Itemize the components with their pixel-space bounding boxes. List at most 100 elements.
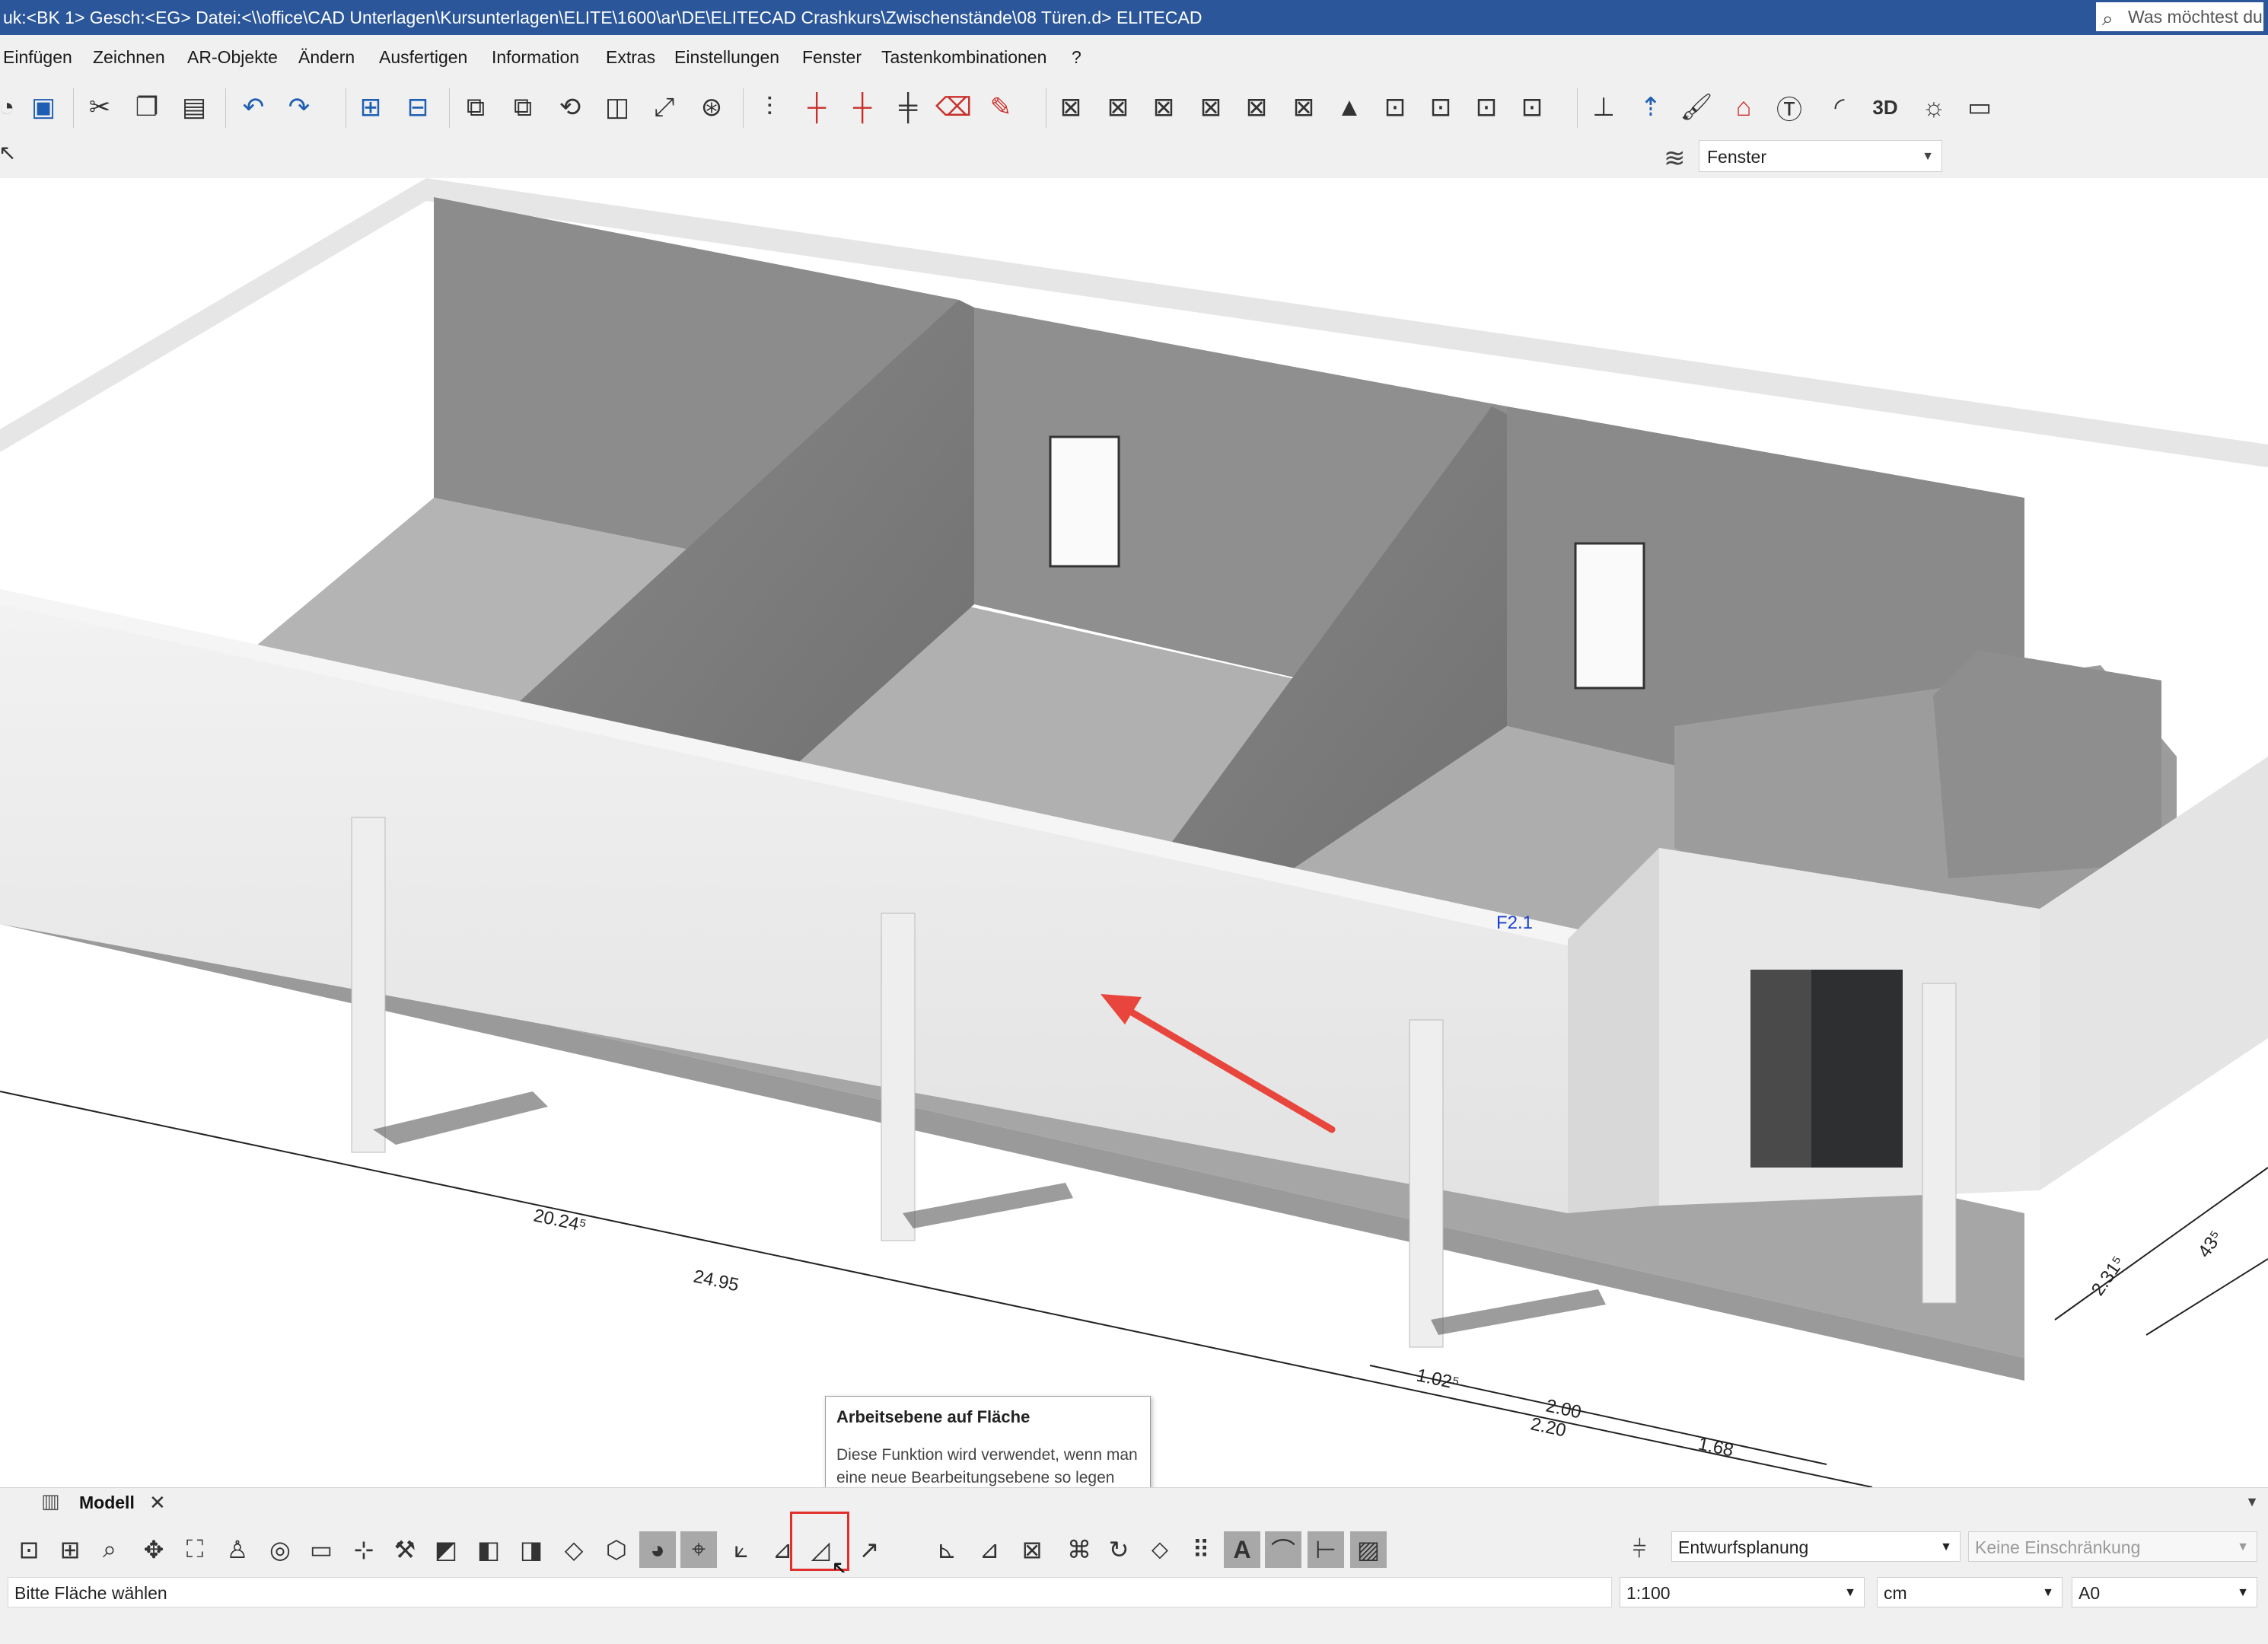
view-box-4-icon[interactable]: ⊠	[1193, 90, 1228, 125]
shade-4-icon[interactable]: ◇	[556, 1531, 592, 1568]
view-box-3-icon[interactable]: ⊠	[1146, 90, 1181, 125]
open-icon[interactable]: ◔	[0, 90, 24, 125]
save-icon[interactable]: ▣	[26, 90, 61, 125]
shadow-toggle-icon[interactable]: ⌖	[680, 1531, 717, 1568]
arc-icon[interactable]: ◜	[1822, 90, 1857, 125]
paint-icon[interactable]: ⚒	[387, 1531, 423, 1568]
menu-einfuegen[interactable]: Einfügen	[3, 47, 72, 68]
redo-icon[interactable]: ↷	[282, 90, 317, 125]
pointer-icon[interactable]: ↖	[0, 140, 16, 165]
rotate-icon[interactable]: ⟲	[553, 90, 588, 125]
undo-icon[interactable]: ↶	[236, 90, 271, 125]
dot-grid-icon[interactable]: ⠿	[1183, 1531, 1219, 1568]
scale-icon[interactable]: ⤢	[647, 90, 682, 125]
model-viewport[interactable]: 20.24⁵ 24.95 1.02⁵ 2.00 2.20 1.68 2.31⁵ …	[0, 178, 2268, 1487]
shade-1-icon[interactable]: ◩	[428, 1531, 464, 1568]
pan-icon[interactable]: ✥	[135, 1531, 172, 1568]
level-icon[interactable]: ⊥	[1586, 90, 1621, 125]
menu-extras[interactable]: Extras	[606, 47, 655, 68]
eraser-icon[interactable]: ⌫	[935, 90, 972, 125]
snap-rotate-icon[interactable]: ↻	[1101, 1531, 1137, 1568]
house-icon[interactable]: ⌂	[1726, 90, 1761, 125]
door-2	[1574, 542, 1645, 690]
copy-icon[interactable]: ❐	[129, 90, 164, 125]
paper-select[interactable]: A0 ▼	[2072, 1577, 2257, 1607]
menu-ar-objekte[interactable]: AR-Objekte	[187, 47, 278, 68]
zoom-icon[interactable]: ⌕	[91, 1531, 128, 1568]
chevron-down-icon: ▼	[1940, 1540, 1952, 1553]
fit-icon[interactable]: ⛶	[177, 1531, 213, 1568]
view-box-5-icon[interactable]: ⊠	[1239, 90, 1274, 125]
menu-zeichnen[interactable]: Zeichnen	[93, 47, 165, 68]
search-box[interactable]: ⌕ Was möchtest du	[2096, 2, 2263, 31]
menu-tastenkombinationen[interactable]: Tastenkombinationen	[881, 47, 1046, 68]
brush-icon[interactable]: 🖌	[1679, 90, 1714, 125]
extend-icon[interactable]: ┼	[845, 90, 880, 125]
scale-select[interactable]: 1:100 ▼	[1620, 1577, 1865, 1607]
view-rotate-4-icon[interactable]: ⊡	[1515, 90, 1550, 125]
vr-icon[interactable]: ◎	[262, 1531, 298, 1568]
pyramid-icon[interactable]: ▲	[1332, 90, 1367, 125]
line-style-icon[interactable]: ⌒	[1265, 1531, 1301, 1568]
zoom-select-icon[interactable]: ⊞	[52, 1531, 88, 1568]
shade-2-icon[interactable]: ◧	[470, 1531, 507, 1568]
dimension-icon[interactable]: ⊢	[1308, 1531, 1344, 1568]
command-prompt[interactable]: Bitte Fläche wählen	[8, 1577, 1612, 1607]
shaft-box	[1933, 650, 2161, 878]
view-rotate-1-icon[interactable]: ⊡	[1378, 90, 1413, 125]
menu-help[interactable]: ?	[1072, 47, 1081, 68]
duplicate-icon[interactable]: ⧉	[505, 90, 540, 125]
select-copy-icon[interactable]: ⧉	[458, 90, 493, 125]
shade-3-icon[interactable]: ◨	[513, 1531, 549, 1568]
3d-view-icon[interactable]: 3D	[1868, 90, 1903, 125]
workplane-5-icon[interactable]: ⊿	[971, 1531, 1008, 1568]
chevron-down-icon[interactable]: ▼	[2245, 1494, 2259, 1510]
restriction-select[interactable]: Keine Einschränkung ▼	[1968, 1531, 2257, 1562]
zoom-in-icon[interactable]: ⊞	[353, 90, 388, 125]
grid-icon[interactable]: ⊹	[346, 1531, 382, 1568]
height-icon[interactable]: ⇡	[1633, 90, 1668, 125]
offset-icon[interactable]: ╪	[890, 90, 925, 125]
light-icon[interactable]: ☼	[1916, 90, 1951, 125]
text-icon[interactable]: A	[1224, 1531, 1260, 1568]
snap-icon[interactable]: ⌘	[1061, 1531, 1097, 1568]
sphere-shading-icon[interactable]: ◕	[639, 1531, 676, 1568]
menu-ausfertigen[interactable]: Ausfertigen	[379, 47, 467, 68]
paste-icon[interactable]: ▤	[177, 90, 212, 125]
edit-pen-icon[interactable]: ✎	[983, 90, 1018, 125]
workplane-4-icon[interactable]: ⊾	[929, 1531, 965, 1568]
hatch-icon[interactable]: ▨	[1350, 1531, 1387, 1568]
menu-aendern[interactable]: Ändern	[298, 47, 355, 68]
tab-modell[interactable]: Modell	[79, 1493, 135, 1513]
planning-mode-select[interactable]: Entwurfsplanung ▼	[1671, 1531, 1961, 1562]
zoom-out-icon[interactable]: ⊟	[400, 90, 435, 125]
view-box-6-icon[interactable]: ⊠	[1286, 90, 1321, 125]
menu-bar: Einfügen Zeichnen AR-Objekte Ändern Ausf…	[0, 35, 2268, 81]
view-rotate-3-icon[interactable]: ⊡	[1469, 90, 1504, 125]
trim-icon[interactable]: ┼	[799, 90, 834, 125]
layer-select[interactable]: Fenster ▼	[1699, 140, 1942, 172]
view-box-2-icon[interactable]: ⊠	[1101, 90, 1136, 125]
menu-information[interactable]: Information	[492, 47, 579, 68]
close-icon[interactable]: ✕	[149, 1491, 166, 1515]
camera-icon[interactable]: ▭	[1962, 90, 1997, 125]
layers-icon: ≋	[1664, 144, 1686, 173]
mirror-icon[interactable]: ◫	[600, 90, 635, 125]
unit-select[interactable]: cm ▼	[1877, 1577, 2063, 1607]
frame-icon[interactable]: ▭	[303, 1531, 339, 1568]
zoom-window-icon[interactable]: ⊡	[11, 1531, 47, 1568]
wireframe-icon[interactable]: ⬡	[598, 1531, 635, 1568]
menu-fenster[interactable]: Fenster	[802, 47, 862, 68]
walk-icon[interactable]: ♙	[219, 1531, 256, 1568]
array-icon[interactable]: ⊛	[694, 90, 729, 125]
workplane-3-icon[interactable]: ↗	[851, 1531, 887, 1568]
menu-einstellungen[interactable]: Einstellungen	[674, 47, 779, 68]
workplane-6-icon[interactable]: ⊠	[1014, 1531, 1050, 1568]
cut-icon[interactable]: ✂	[82, 90, 117, 125]
align-icon[interactable]: ⫶	[752, 90, 787, 125]
measure-icon[interactable]: ⬦	[1142, 1531, 1178, 1568]
view-box-1-icon[interactable]: ⊠	[1053, 90, 1088, 125]
axis-icon[interactable]: ⟀	[723, 1531, 760, 1568]
view-rotate-2-icon[interactable]: ⊡	[1423, 90, 1458, 125]
column-icon[interactable]: Ⓣ	[1772, 90, 1807, 125]
